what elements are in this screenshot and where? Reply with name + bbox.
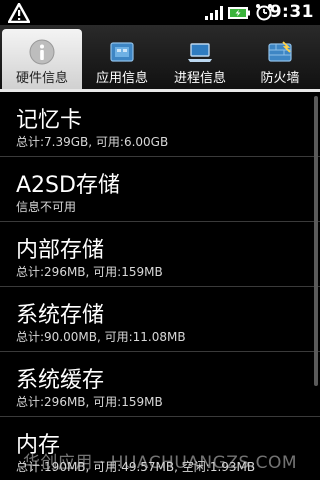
item-detail: 总计:7.39GB, 可用:6.00GB [16, 135, 169, 149]
tab-label: 进程信息 [173, 71, 226, 86]
item-title: 系统存储 [16, 303, 105, 328]
warning-icon [8, 3, 30, 23]
info-icon [29, 39, 55, 65]
list-item-system-storage[interactable]: 系统存储 总计:90.00MB, 可用:11.08MB [0, 287, 320, 352]
item-title: 记忆卡 [16, 108, 83, 133]
list-item-memory-card[interactable]: 记忆卡 总计:7.39GB, 可用:6.00GB [0, 92, 320, 157]
item-detail: 总计:296MB, 可用:159MB [16, 395, 163, 409]
tab-hardware-info[interactable]: 硬件信息 [2, 29, 82, 92]
tab-bar: 硬件信息 应用信息 进程信息 防火墙 [0, 25, 320, 92]
list-item-a2sd-storage[interactable]: A2SD存储 信息不可用 [0, 157, 320, 222]
status-bar: 9:31 [0, 0, 320, 25]
item-title: A2SD存储 [16, 173, 120, 198]
item-detail: 信息不可用 [16, 200, 77, 214]
firewall-icon [268, 41, 292, 62]
item-title: 内部存储 [16, 238, 105, 263]
signal-icon [205, 6, 223, 20]
tab-firewall[interactable]: 防火墙 [240, 25, 320, 92]
item-detail: 总计:296MB, 可用:159MB [16, 265, 163, 279]
list-item-internal-storage[interactable]: 内部存储 总计:296MB, 可用:159MB [0, 222, 320, 287]
tab-label: 硬件信息 [15, 71, 68, 86]
tab-label: 应用信息 [95, 71, 148, 86]
clock: 9:31 [269, 2, 314, 22]
scrollbar[interactable] [314, 96, 318, 386]
apps-icon [110, 42, 134, 62]
item-detail: 总计:90.00MB, 可用:11.08MB [16, 330, 186, 344]
laptop-icon [188, 43, 212, 62]
watermark: 华创应用 · HUACHUANGZS.COM [22, 453, 298, 473]
tab-label: 防火墙 [260, 71, 300, 86]
list-item-system-cache[interactable]: 系统缓存 总计:296MB, 可用:159MB [0, 352, 320, 417]
storage-list[interactable]: 记忆卡 总计:7.39GB, 可用:6.00GB A2SD存储 信息不可用 内部… [0, 92, 320, 480]
tab-process-info[interactable]: 进程信息 [160, 25, 240, 92]
tab-app-info[interactable]: 应用信息 [82, 25, 162, 92]
battery-icon [228, 7, 250, 19]
item-title: 系统缓存 [16, 368, 105, 393]
